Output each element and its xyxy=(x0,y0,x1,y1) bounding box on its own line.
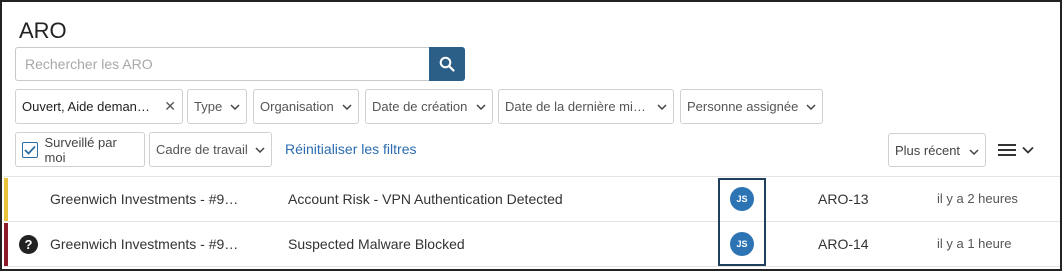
aro-panel: ARO Ouvert, Aide demandée ✕ Type Organis… xyxy=(0,0,1062,271)
clear-status-filter-icon[interactable]: ✕ xyxy=(164,98,176,115)
watched-by-me-label: Surveillé par moi xyxy=(44,134,117,165)
priority-indicator xyxy=(4,223,8,266)
list-divider xyxy=(4,176,1060,177)
list-item[interactable]: Greenwich Investments - #9… Account Risk… xyxy=(4,178,1060,221)
list-item[interactable]: ? Greenwich Investments - #9… Suspected … xyxy=(4,223,1060,266)
search-input[interactable] xyxy=(15,47,429,81)
workframe-filter-label: Cadre de travail xyxy=(156,142,248,157)
list-divider xyxy=(4,266,1060,267)
timestamp: il y a 1 heure xyxy=(937,236,1012,251)
list-view-icon xyxy=(998,144,1016,156)
chevron-down-icon xyxy=(806,103,816,110)
page-title: ARO xyxy=(19,18,67,43)
chevron-down-icon xyxy=(255,146,265,153)
customer-name: Greenwich Investments - #9… xyxy=(50,236,239,252)
timestamp: il y a 2 heures xyxy=(937,191,1018,206)
created-date-filter-label: Date de création xyxy=(372,99,468,114)
chevron-down-icon xyxy=(342,103,352,110)
priority-indicator xyxy=(4,178,8,221)
assignee-filter-label: Personne assignée xyxy=(687,99,799,114)
aro-title[interactable]: Account Risk - VPN Authentication Detect… xyxy=(288,191,563,207)
sort-select[interactable]: Plus récent xyxy=(888,133,986,167)
type-filter-label: Type xyxy=(194,99,223,114)
created-date-filter[interactable]: Date de création xyxy=(365,89,493,124)
chevron-down-icon xyxy=(476,103,486,110)
last-modified-filter[interactable]: Date de la dernière mis… xyxy=(498,89,674,124)
aro-id: ARO-14 xyxy=(818,236,869,252)
reset-filters-link[interactable]: Réinitialiser les filtres xyxy=(285,141,416,157)
sort-label: Plus récent xyxy=(895,142,961,158)
workframe-filter[interactable]: Cadre de travail xyxy=(149,132,272,167)
customer-name: Greenwich Investments - #9… xyxy=(50,191,239,207)
search-icon xyxy=(439,56,455,72)
status-filter-label: Ouvert, Aide demandée xyxy=(22,99,157,114)
chevron-down-icon xyxy=(657,103,667,110)
last-modified-filter-label: Date de la dernière mis… xyxy=(505,99,651,114)
watched-by-me-toggle[interactable]: Surveillé par moi xyxy=(15,132,145,167)
view-mode-toggle[interactable] xyxy=(998,140,1040,160)
assignee-filter[interactable]: Personne assignée xyxy=(680,89,823,124)
organisation-filter-label: Organisation xyxy=(260,99,334,114)
status-filter[interactable]: Ouvert, Aide demandée ✕ xyxy=(15,89,183,124)
help-icon[interactable]: ? xyxy=(19,235,38,254)
chevron-down-icon xyxy=(230,103,240,110)
aro-title[interactable]: Suspected Malware Blocked xyxy=(288,236,465,252)
list-divider xyxy=(4,221,1060,222)
chevron-down-icon xyxy=(969,143,979,158)
search-button[interactable] xyxy=(429,47,465,81)
type-filter[interactable]: Type xyxy=(187,89,247,124)
organisation-filter[interactable]: Organisation xyxy=(253,89,359,124)
search-bar xyxy=(15,47,465,81)
assignee-column-highlight xyxy=(718,178,766,266)
aro-id: ARO-13 xyxy=(818,191,869,207)
checkbox-checked-icon[interactable] xyxy=(22,141,38,158)
chevron-down-icon xyxy=(1022,146,1034,154)
